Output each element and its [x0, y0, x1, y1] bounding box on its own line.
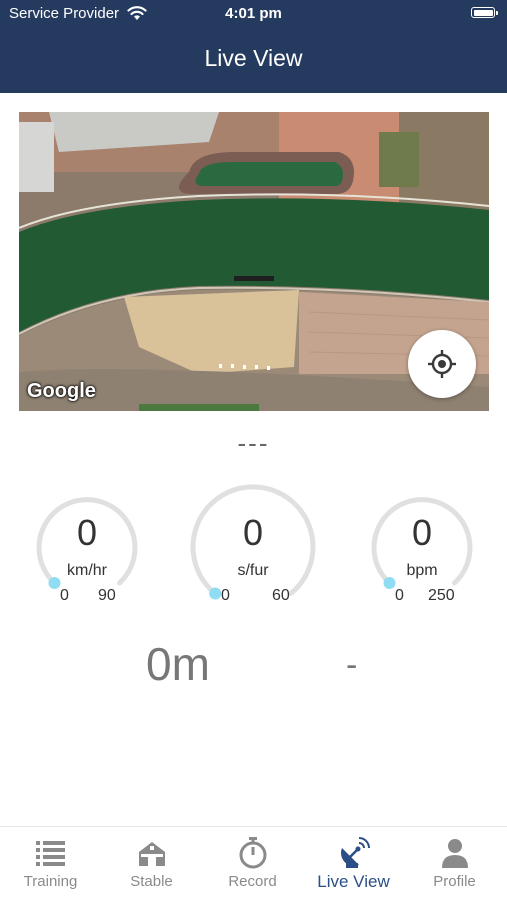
pace-gauge: 0 s/fur 0 60: [188, 482, 318, 612]
person-icon: [442, 839, 468, 868]
speed-value: 0: [76, 512, 98, 553]
status-time: 4:01 pm: [225, 5, 282, 22]
lap-time-readout: -: [346, 646, 358, 684]
tab-profile-label: Profile: [433, 873, 476, 890]
tab-profile[interactable]: Profile: [404, 827, 505, 901]
satellite-map[interactable]: Google: [19, 112, 489, 411]
page-title: Live View: [204, 45, 303, 71]
horse-name: ---: [237, 428, 270, 458]
stable-icon: [139, 842, 165, 866]
battery-icon: [471, 7, 498, 18]
pace-max: 60: [272, 587, 290, 604]
pace-min: 0: [221, 587, 230, 604]
satellite-dish-icon: [341, 837, 370, 868]
tab-training-label: Training: [23, 873, 78, 890]
tab-record-label: Record: [228, 873, 277, 890]
gauge-knob: [209, 587, 222, 600]
heart-rate-unit: bpm: [406, 562, 438, 579]
heart-rate-max: 250: [428, 587, 455, 604]
speed-unit: km/hr: [67, 562, 107, 579]
tab-record[interactable]: Record: [202, 827, 303, 901]
tab-live-view[interactable]: Live View: [303, 827, 404, 901]
heart-rate-gauge: 0 bpm 0 250: [357, 482, 487, 612]
app-header: Service Provider 4:01 pm Live View: [0, 0, 507, 93]
heart-rate-min: 0: [395, 587, 404, 604]
tab-live-view-label: Live View: [317, 872, 390, 891]
speed-max: 90: [98, 587, 116, 604]
pace-unit: s/fur: [237, 562, 269, 579]
google-logo: Google: [27, 380, 96, 402]
tab-stable-label: Stable: [130, 873, 173, 890]
list-icon: [36, 841, 65, 866]
heart-rate-value: 0: [411, 512, 433, 553]
speed-min: 0: [60, 587, 69, 604]
speed-gauge: 0 km/hr 0 90: [22, 482, 152, 612]
pace-value: 0: [242, 512, 264, 553]
tab-bar: Training Stable Record Live View Profile: [0, 826, 507, 901]
stopwatch-icon: [239, 837, 267, 869]
locate-me-button[interactable]: [408, 330, 476, 398]
tab-stable[interactable]: Stable: [101, 827, 202, 901]
crosshair-icon: [428, 350, 456, 378]
distance-readout: 0m: [146, 638, 210, 690]
tab-training[interactable]: Training: [0, 827, 101, 901]
status-bar: Service Provider 4:01 pm: [0, 0, 507, 30]
